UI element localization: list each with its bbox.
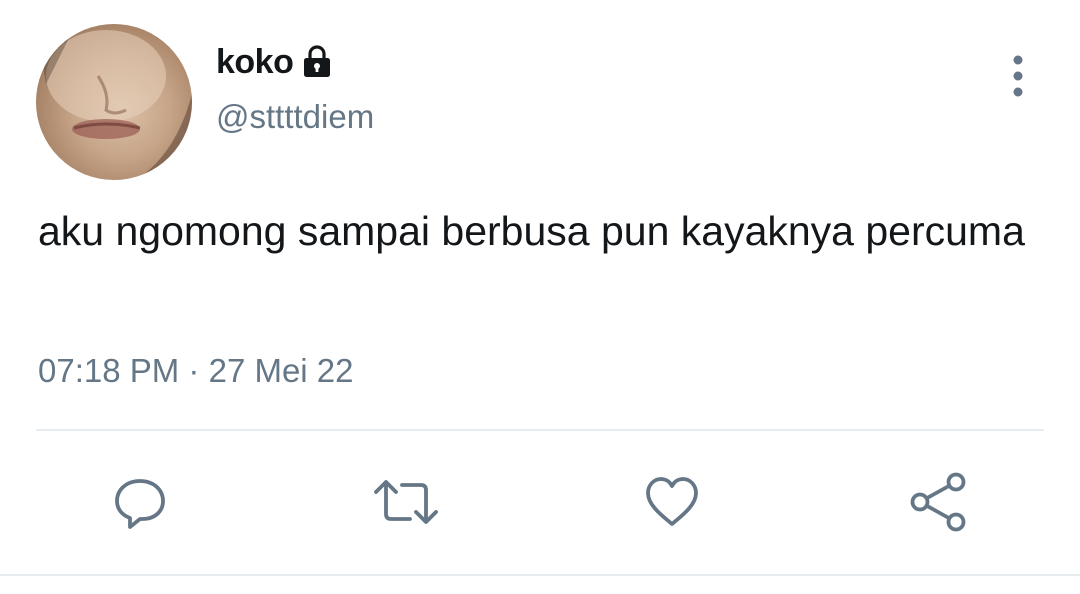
reply-icon (115, 479, 165, 529)
name-row: koko (216, 40, 335, 84)
share-icon (910, 472, 966, 532)
share-button[interactable] (904, 468, 972, 536)
retweet-button[interactable] (372, 468, 440, 536)
like-button[interactable] (638, 468, 706, 536)
divider (36, 429, 1044, 431)
tweet-time: 07:18 PM (38, 352, 180, 389)
tweet-card: koko @sttttdiem aku ngomong sampai berbu… (0, 0, 1080, 594)
retweet-icon (374, 480, 438, 524)
tweet-text: aku ngomong sampai berbusa pun kayaknya … (38, 208, 1025, 254)
more-vertical-icon (1013, 55, 1023, 97)
bottom-divider (0, 574, 1080, 576)
reply-button[interactable] (106, 468, 174, 536)
more-options-button[interactable] (996, 52, 1040, 100)
tweet-date: 27 Mei 22 (208, 352, 354, 389)
tweet-timestamp[interactable]: 07:18 PM · 27 Mei 22 (38, 352, 354, 390)
avatar[interactable] (36, 24, 192, 180)
display-name[interactable]: koko (216, 43, 294, 82)
heart-icon (646, 477, 698, 526)
avatar-photo (36, 24, 192, 180)
user-handle[interactable]: @sttttdiem (216, 98, 374, 136)
lock-icon (299, 44, 335, 80)
timestamp-separator: · (188, 352, 200, 389)
